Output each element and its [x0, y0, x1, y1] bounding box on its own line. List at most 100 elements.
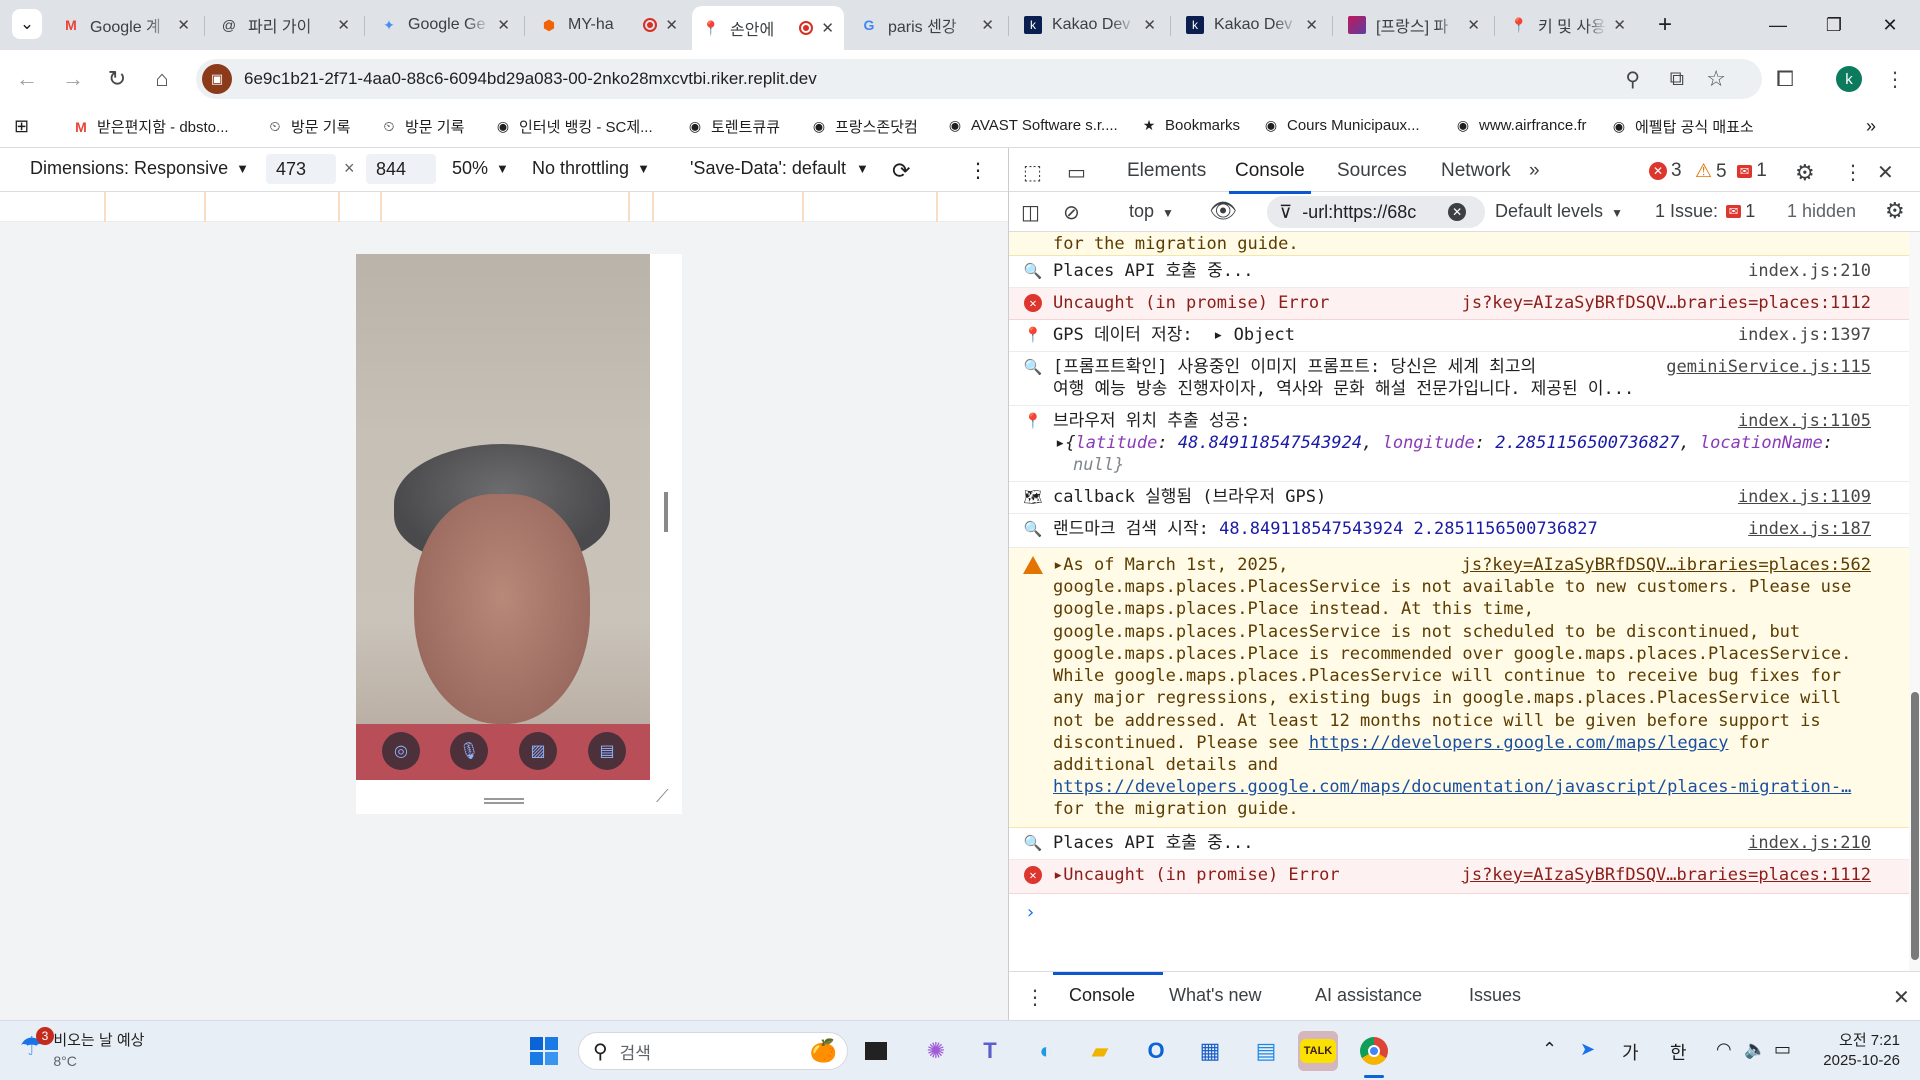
issues-link[interactable]: 1 Issue: ✉ 1 [1655, 201, 1755, 222]
source-link[interactable]: js?key=AIzaSyBRfDSQV…ibraries=places:562 [1462, 554, 1871, 576]
volume-icon[interactable]: 🔈 [1744, 1039, 1766, 1060]
expand-triangle-icon[interactable]: ▸ [1213, 325, 1223, 345]
close-icon[interactable]: ✕ [337, 16, 350, 34]
source-link[interactable]: index.js:1397 [1738, 324, 1871, 346]
reload-button[interactable]: ↻ [100, 62, 134, 96]
battery-icon[interactable]: ▭ [1774, 1039, 1791, 1060]
notepad-button[interactable]: ▤ [1246, 1031, 1286, 1071]
tab-6[interactable]: G paris 센강 ✕ [850, 8, 1004, 42]
close-drawer-icon[interactable]: ✕ [1893, 985, 1910, 1010]
resize-handle-bottom[interactable] [484, 798, 524, 804]
source-link[interactable]: index.js:210 [1748, 832, 1871, 854]
chevron-up-icon[interactable]: ⌃ [1542, 1039, 1557, 1060]
tab-10[interactable]: 📍 키 및 사용 ✕ [1500, 8, 1636, 42]
edge-button[interactable]: ◐ [1026, 1031, 1066, 1071]
tab-7[interactable]: k Kakao Dev ✕ [1014, 8, 1166, 42]
source-link[interactable]: js?key=AIzaSyBRfDSQV…braries=places:1112 [1462, 292, 1871, 314]
clear-console-icon[interactable]: ⊘ [1063, 200, 1080, 225]
bookmark-item[interactable]: ◉ www.airfrance.fr [1454, 116, 1587, 134]
warning-count[interactable]: ⚠ 5 [1695, 160, 1727, 183]
tab-4[interactable]: ⬢ MY-ha ✕ [530, 8, 688, 42]
issues-count[interactable]: ✉ 1 [1737, 160, 1767, 182]
bookmark-item[interactable]: ◉ Cours Municipaux... [1262, 116, 1420, 134]
camera-button[interactable]: ◎ [382, 732, 420, 770]
more-options-button[interactable]: ⋮ [968, 158, 988, 183]
home-button[interactable]: ⌂ [145, 62, 179, 96]
eye-icon[interactable]: 👁 [1209, 198, 1237, 224]
filter-input[interactable]: ⊽ -url:https://68c ✕ [1267, 196, 1485, 228]
drawer-tab-issues[interactable]: Issues [1469, 985, 1521, 1006]
console-scrollbar[interactable] [1909, 232, 1920, 971]
ime-language[interactable]: 한 [1670, 1039, 1687, 1065]
close-icon[interactable]: ✕ [665, 16, 678, 34]
bookmark-item[interactable]: ◉ 프랑스존닷컴 [810, 116, 918, 137]
drawer-tab-console[interactable]: Console [1069, 985, 1135, 1006]
expand-triangle-icon[interactable]: ▸ [1053, 865, 1063, 885]
avatar[interactable]: k [1836, 66, 1862, 92]
apps-icon[interactable]: ⊞ [14, 116, 29, 137]
tab-console[interactable]: Console [1229, 160, 1311, 194]
console-settings-icon[interactable]: ⚙ [1885, 198, 1905, 224]
bookmark-item[interactable]: ◉ AVAST Software s.r.... [946, 116, 1118, 134]
extensions-button[interactable]: ⧠ [1768, 62, 1802, 96]
expand-triangle-icon[interactable]: ▸ [1053, 555, 1063, 575]
source-link[interactable]: geminiService.js:115 [1666, 356, 1871, 378]
tab-3[interactable]: ✦ Google Ge ✕ [370, 8, 520, 42]
legacy-docs-link[interactable]: https://developers.google.com/maps/legac… [1309, 733, 1729, 753]
url-text[interactable]: 6e9c1b21-2f71-4aa0-88c6-6094bd29a083-00-… [244, 69, 817, 89]
install-app-icon[interactable]: ⧉ [1670, 68, 1684, 91]
chrome-button[interactable] [1354, 1031, 1394, 1071]
gallery-button[interactable]: ▨ [519, 732, 557, 770]
close-icon[interactable]: ✕ [177, 16, 190, 34]
camera-recording-icon[interactable]: ▣ [202, 64, 232, 94]
resize-handle-right[interactable] [664, 492, 668, 532]
tab-5[interactable]: 📍 손안에 ✕ [692, 6, 844, 50]
tab-search-button[interactable]: ⌄ [12, 9, 42, 39]
close-icon[interactable]: ✕ [497, 16, 510, 34]
close-icon[interactable]: ✕ [1305, 16, 1318, 34]
drawer-tab-whats-new[interactable]: What's new [1169, 985, 1261, 1006]
media-query-ruler[interactable] [0, 192, 1008, 222]
bookmark-item[interactable]: ⏲ 방문 기록 [380, 116, 465, 137]
kakaotalk-button[interactable]: TALK [1298, 1031, 1338, 1071]
taskbar-search[interactable]: ⚲ 검색 🍊 [578, 1032, 848, 1070]
bookmark-item[interactable]: ★ Bookmarks [1140, 116, 1240, 134]
console-prompt[interactable]: › [1025, 902, 1036, 923]
zoom-select[interactable]: 50% ▼ [452, 158, 509, 179]
dimensions-select[interactable]: Dimensions: Responsive ▼ [30, 158, 249, 179]
context-select[interactable]: top ▼ [1129, 201, 1174, 222]
minimize-button[interactable]: — [1750, 0, 1806, 50]
object-label[interactable]: Object [1234, 325, 1295, 345]
source-link[interactable]: js?key=AIzaSyBRfDSQV…braries=places:1112 [1462, 864, 1871, 886]
throttling-select[interactable]: No throttling ▼ [532, 158, 650, 179]
log-levels-select[interactable]: Default levels ▼ [1495, 201, 1623, 222]
task-view-button[interactable] [856, 1031, 896, 1071]
close-icon[interactable]: ✕ [821, 19, 834, 37]
save-data-select[interactable]: 'Save-Data': default ▼ [690, 158, 869, 179]
device-toggle-icon[interactable]: ▭ [1067, 160, 1086, 185]
object-preview[interactable]: ▸{latitude: 48.849118547543924, longitud… [1055, 432, 1833, 454]
settings-gear-icon[interactable]: ⚙ [1795, 160, 1815, 186]
bookmark-item[interactable]: ⏲ 방문 기록 [266, 116, 351, 137]
bookmark-item[interactable]: ◉ 토렌트큐큐 [686, 116, 780, 137]
more-vert-icon[interactable]: ⋮ [1843, 160, 1863, 185]
source-link[interactable]: index.js:1105 [1738, 410, 1871, 432]
more-tabs-icon[interactable]: » [1529, 160, 1540, 182]
wifi-icon[interactable]: ◠ [1716, 1039, 1732, 1060]
copilot-button[interactable]: ✺ [916, 1031, 956, 1071]
ime-mode[interactable]: 가 [1622, 1039, 1639, 1065]
back-button[interactable]: ← [10, 62, 44, 96]
tab-8[interactable]: k Kakao Dev ✕ [1176, 8, 1328, 42]
outlook-button[interactable]: O [1136, 1031, 1176, 1071]
bookmark-item[interactable]: ◉ 인터넷 뱅킹 - SC제... [494, 116, 653, 137]
drawer-tab-ai-assistance[interactable]: AI assistance [1315, 985, 1422, 1006]
tab-2[interactable]: @ 파리 가이 ✕ [210, 8, 360, 42]
chevron-right-icon[interactable]: » [1866, 116, 1876, 137]
sidebar-toggle-icon[interactable]: ◫ [1021, 200, 1040, 225]
file-explorer-button[interactable]: ▰ [1080, 1031, 1120, 1071]
close-icon[interactable]: ✕ [1467, 16, 1480, 34]
close-window-button[interactable]: ✕ [1862, 0, 1918, 50]
close-icon[interactable]: ✕ [1613, 16, 1626, 34]
height-input[interactable]: 844 [366, 154, 436, 184]
restore-button[interactable]: ❐ [1806, 0, 1862, 50]
